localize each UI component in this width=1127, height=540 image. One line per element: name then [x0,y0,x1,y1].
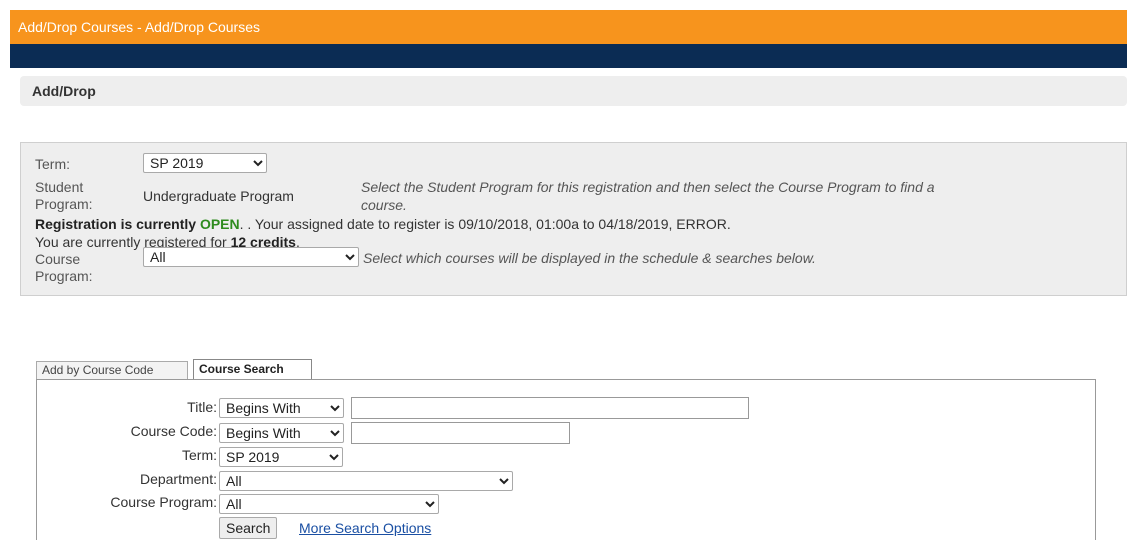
code-mode-select[interactable]: Begins With [219,423,344,443]
nav-bar [10,44,1127,68]
title-mode-select[interactable]: Begins With [219,398,344,418]
tab-course-search[interactable]: Course Search [193,359,312,380]
student-program-hint-line1: Select the Student Program for this regi… [361,179,935,195]
search-code-label: Course Code: [130,423,217,439]
search-term-label: Term: [182,447,217,463]
registration-status: Registration is currently OPEN. . Your a… [35,216,731,233]
course-program-select[interactable]: All [143,247,359,267]
search-course-program-select[interactable]: All [219,494,439,514]
student-program-value: Undergraduate Program [143,188,294,204]
page-header-title: Add/Drop Courses - Add/Drop Courses [18,19,260,35]
course-code-input[interactable] [351,422,570,444]
search-button[interactable]: Search [219,517,278,539]
page-header-bar: Add/Drop Courses - Add/Drop Courses [10,10,1127,44]
term-select[interactable]: SP 2019 [143,153,267,173]
top-strip [0,0,1127,10]
student-program-label-line2: Program: [35,196,93,212]
status-details: . . Your assigned date to register is 09… [239,216,731,232]
course-program-label-line2: Program: [35,268,93,284]
student-program-hint-line2: course. [361,197,407,213]
panel-title: Add/Drop [20,76,1127,106]
search-title-label: Title: [187,399,217,415]
department-select[interactable]: All [219,471,513,491]
status-prefix: Registration is currently [35,216,200,232]
term-label: Term: [35,156,70,172]
course-program-label-line1: Course [35,251,81,267]
registration-panel: Term: SP 2019 Student Program: Undergrad… [20,142,1127,296]
student-program-label-line1: Student [35,179,84,195]
more-search-options-link[interactable]: More Search Options [299,517,431,539]
course-search-panel: Title: Begins With Course Code: Begins W… [36,379,1096,540]
panel-title-text: Add/Drop [32,83,96,99]
status-badge: OPEN [199,216,240,232]
title-input[interactable] [351,397,749,419]
search-term-select[interactable]: SP 2019 [219,447,343,467]
course-program-hint: Select which courses will be displayed i… [363,250,816,266]
search-course-program-label: Course Program: [110,494,217,510]
search-department-label: Department: [139,471,217,487]
tab-add-by-course-code[interactable]: Add by Course Code [36,361,188,379]
